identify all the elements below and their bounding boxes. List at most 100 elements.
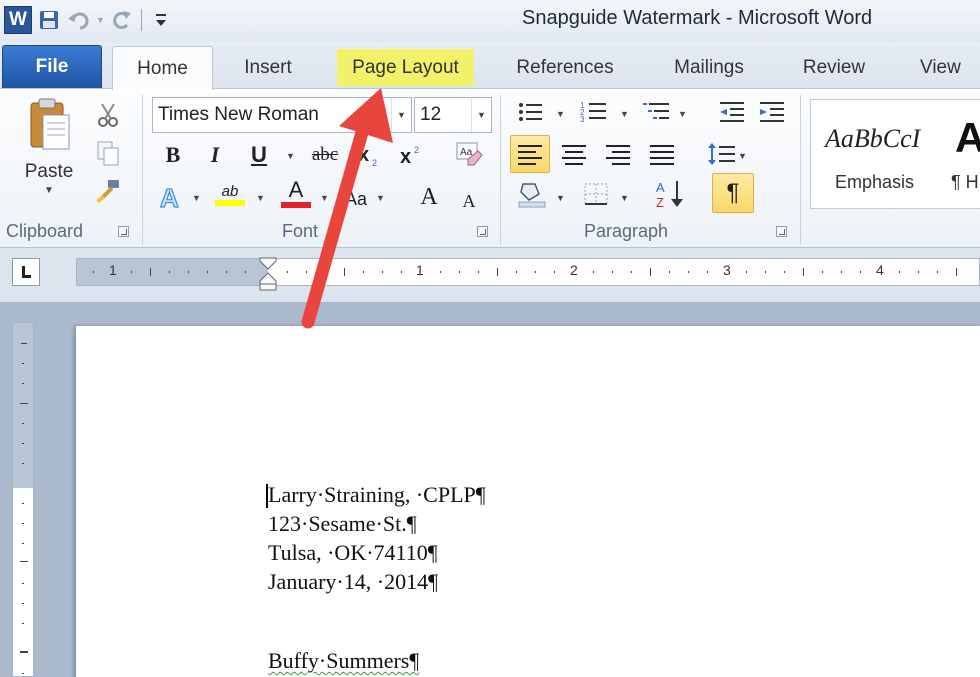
copy-icon[interactable]: [94, 139, 122, 167]
ruler-bar: 1 1 2 3 4: [0, 248, 980, 302]
line-spacing-dropdown-icon[interactable]: ▼: [738, 151, 747, 161]
bullets-dropdown-icon[interactable]: ▼: [556, 109, 565, 119]
numbering-dropdown-icon[interactable]: ▼: [620, 109, 629, 119]
align-right-icon[interactable]: [600, 137, 636, 171]
shrink-font-button[interactable]: A: [456, 185, 482, 217]
clipboard-group-label: Clipboard: [6, 221, 84, 241]
recipient-line[interactable]: Buffy·Summers¶: [268, 648, 419, 674]
svg-text:A: A: [656, 180, 665, 195]
tab-mailings[interactable]: Mailings: [656, 46, 762, 89]
font-group-label: Font: [282, 221, 319, 241]
clipboard-dialog-launcher-icon[interactable]: [118, 226, 129, 237]
paragraph-dialog-launcher-icon[interactable]: [776, 226, 787, 237]
svg-text:3: 3: [580, 115, 585, 124]
document-workspace: Larry·Straining, ·CPLP¶ 123·Sesame·St.¶ …: [0, 302, 980, 677]
vertical-ruler[interactable]: [12, 322, 34, 677]
font-color-button[interactable]: A: [278, 177, 314, 209]
address-line[interactable]: Larry·Straining, ·CPLP¶: [268, 482, 486, 508]
word-app-icon[interactable]: W: [4, 6, 32, 34]
format-painter-icon[interactable]: [94, 177, 122, 205]
group-separator: [142, 95, 143, 245]
shading-dropdown-icon[interactable]: ▼: [556, 193, 565, 203]
tab-page-layout[interactable]: Page Layout: [337, 49, 474, 86]
justify-icon[interactable]: [644, 137, 680, 171]
italic-button[interactable]: I: [200, 139, 230, 171]
borders-icon[interactable]: [578, 177, 614, 211]
style-heading-preview: A: [955, 114, 980, 161]
chevron-down-icon[interactable]: ▼: [391, 98, 411, 132]
cut-icon[interactable]: [94, 101, 122, 129]
ruler-number: 1: [416, 262, 424, 278]
qat-separator: [140, 9, 142, 31]
paste-label: Paste: [24, 161, 74, 182]
document-page[interactable]: Larry·Straining, ·CPLP¶ 123·Sesame·St.¶ …: [76, 326, 980, 677]
address-line[interactable]: 123·Sesame·St.¶: [268, 511, 417, 537]
numbering-icon[interactable]: 123: [576, 95, 612, 129]
tab-references[interactable]: References: [498, 46, 632, 89]
change-case-button[interactable]: Aa: [340, 183, 372, 215]
highlight-color-button[interactable]: ab: [212, 179, 248, 211]
borders-dropdown-icon[interactable]: ▼: [620, 193, 629, 203]
font-size-combo[interactable]: 12 ▼: [414, 97, 492, 133]
date-line[interactable]: January·14, ·2014¶: [268, 569, 438, 595]
horizontal-ruler[interactable]: 1 1 2 3 4: [76, 257, 980, 291]
tab-stop-selector[interactable]: [12, 258, 40, 286]
text-effects-dropdown-icon[interactable]: ▼: [192, 193, 201, 203]
quick-access-toolbar: W ▼: [4, 6, 174, 34]
tab-review[interactable]: Review: [786, 46, 882, 89]
underline-dropdown-icon[interactable]: ▼: [286, 151, 295, 161]
save-icon[interactable]: [36, 7, 62, 33]
tab-file[interactable]: File: [2, 45, 102, 89]
group-separator: [800, 95, 801, 245]
font-name-value: Times New Roman: [158, 104, 319, 125]
clear-formatting-icon[interactable]: Aa: [452, 139, 486, 171]
text-effects-icon[interactable]: A: [156, 181, 186, 213]
line-spacing-icon[interactable]: [704, 137, 740, 171]
tab-insert[interactable]: Insert: [222, 46, 314, 89]
bold-button[interactable]: B: [158, 139, 188, 171]
ruler-number: 3: [723, 262, 731, 278]
grow-font-button[interactable]: A: [414, 181, 444, 213]
font-color-dropdown-icon[interactable]: ▼: [320, 193, 329, 203]
decrease-indent-icon[interactable]: [714, 95, 750, 129]
address-line[interactable]: Tulsa, ·OK·74110¶: [268, 540, 438, 566]
svg-text:2: 2: [372, 158, 377, 167]
font-color-swatch: [281, 202, 311, 208]
superscript-icon[interactable]: x2: [396, 139, 430, 171]
font-dialog-launcher-icon[interactable]: [477, 226, 488, 237]
tab-home[interactable]: Home: [112, 46, 213, 90]
paste-dropdown-icon[interactable]: ▼: [44, 185, 54, 196]
style-heading-label: ¶ H: [951, 172, 979, 192]
undo-dropdown-icon[interactable]: ▼: [96, 15, 105, 25]
style-emphasis-preview: AaBbCcI: [825, 124, 921, 153]
chevron-down-icon[interactable]: ▼: [471, 98, 491, 132]
align-center-icon[interactable]: [556, 137, 592, 171]
font-name-combo[interactable]: Times New Roman ▼: [152, 97, 412, 133]
svg-text:A: A: [160, 183, 179, 211]
show-formatting-marks-button[interactable]: ¶: [712, 173, 754, 213]
align-left-icon[interactable]: [510, 135, 550, 173]
group-separator: [500, 95, 501, 245]
undo-icon[interactable]: [66, 7, 92, 33]
multilevel-list-icon[interactable]: [640, 95, 676, 129]
clipboard-icon: [27, 97, 71, 153]
vertical-ruler-ticks: [20, 343, 28, 674]
strikethrough-button[interactable]: abc: [304, 139, 346, 171]
tab-view[interactable]: View: [906, 46, 980, 89]
highlight-label: ab: [221, 183, 239, 200]
shading-icon[interactable]: [514, 177, 550, 211]
multilevel-dropdown-icon[interactable]: ▼: [678, 109, 687, 119]
subscript-icon[interactable]: x2: [354, 139, 388, 171]
bullets-icon[interactable]: [512, 95, 548, 129]
paragraph-group-label: Paragraph: [584, 221, 669, 241]
customize-qat-icon[interactable]: [148, 7, 174, 33]
ruler-number: 4: [876, 262, 884, 278]
change-case-dropdown-icon[interactable]: ▼: [376, 193, 385, 203]
indent-markers[interactable]: [259, 257, 277, 291]
increase-indent-icon[interactable]: [754, 95, 790, 129]
paste-button[interactable]: Paste ▼: [14, 97, 84, 215]
sort-icon[interactable]: AZ: [652, 177, 688, 211]
highlight-dropdown-icon[interactable]: ▼: [256, 193, 265, 203]
underline-button[interactable]: U: [244, 139, 274, 171]
redo-icon[interactable]: [109, 7, 135, 33]
